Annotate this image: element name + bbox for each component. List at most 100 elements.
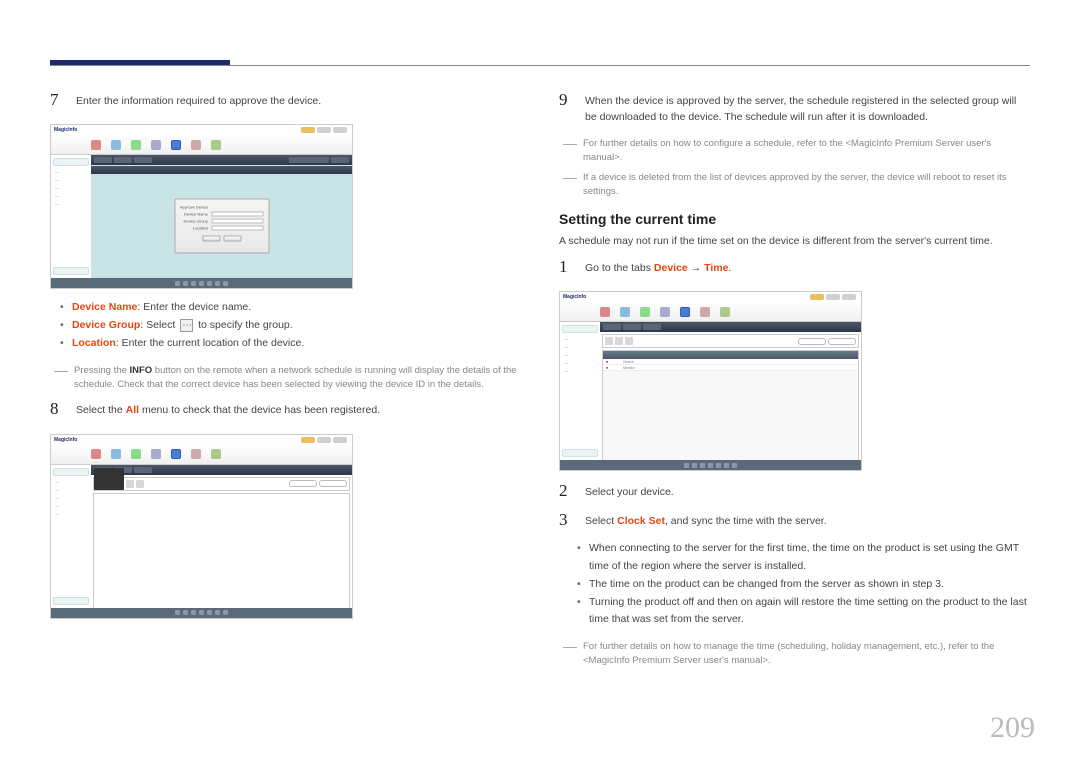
step-text: Enter the information required to approv… bbox=[76, 90, 521, 110]
list-btn bbox=[615, 337, 623, 345]
ss-sidebar-item: ― bbox=[53, 503, 89, 508]
dialog-row: Device Name bbox=[180, 211, 263, 216]
step-7: 7 Enter the information required to appr… bbox=[50, 90, 521, 110]
section-subtext: A schedule may not run if the time set o… bbox=[559, 233, 1030, 249]
ss-main: ■ Device ■ Monitor bbox=[600, 322, 861, 460]
schedule-note-2: If a device is deleted from the list of … bbox=[563, 171, 1030, 200]
note-dash-icon bbox=[563, 144, 577, 166]
step-text: Go to the tabs Device → Time. bbox=[585, 257, 1030, 277]
ss-bottom-icon bbox=[223, 281, 228, 286]
nav-icon bbox=[620, 307, 630, 317]
ss-main bbox=[91, 465, 352, 608]
ss-bottom-icon bbox=[175, 281, 180, 286]
dialog-input bbox=[211, 218, 263, 223]
nav-icon bbox=[191, 449, 201, 459]
nav-icon bbox=[151, 449, 161, 459]
ss-toolbar-btn bbox=[643, 324, 661, 330]
ss-top-pill bbox=[301, 437, 315, 443]
page-number: 209 bbox=[990, 711, 1035, 745]
step-number: 9 bbox=[559, 90, 575, 126]
time-step-3: 3 Select Clock Set, and sync the time wi… bbox=[559, 510, 1030, 530]
nav-icon bbox=[91, 140, 101, 150]
ss-top-buttons bbox=[810, 294, 856, 300]
bullet-gmt: When connecting to the server for the fi… bbox=[589, 540, 1030, 576]
nav-icon bbox=[600, 307, 610, 317]
step-number: 2 bbox=[559, 481, 575, 501]
list-dropdown bbox=[289, 480, 317, 487]
nav-icon bbox=[211, 449, 221, 459]
nav-icon bbox=[151, 140, 161, 150]
bullet-change: The time on the product can be changed f… bbox=[589, 576, 1030, 594]
note-text: For further details on how to configure … bbox=[583, 137, 1030, 166]
dialog-input bbox=[211, 225, 263, 230]
ss-nav-icons bbox=[51, 445, 352, 465]
ss-top-pill bbox=[810, 294, 824, 300]
info-note: Pressing the INFO button on the remote w… bbox=[54, 364, 521, 393]
dialog-title: Approve Device bbox=[180, 204, 263, 209]
ss-sidebar-item: ― bbox=[53, 193, 89, 198]
ss-top-pill bbox=[333, 437, 347, 443]
ss-bottom-icon bbox=[223, 610, 228, 615]
screenshot-approve-dialog: MagicInfo ― ― bbox=[50, 124, 353, 289]
step-text: Select the All menu to check that the de… bbox=[76, 399, 521, 419]
dialog-ok bbox=[202, 235, 220, 241]
step-number: 7 bbox=[50, 90, 66, 110]
schedule-note-1: For further details on how to configure … bbox=[563, 137, 1030, 166]
nav-icon bbox=[211, 140, 221, 150]
ss-bottom-icon bbox=[207, 281, 212, 286]
bullet-device-group: Device Group: Select to specify the grou… bbox=[72, 317, 521, 335]
bullet-device-name: Device Name: Enter the device name. bbox=[72, 299, 521, 317]
ss-bottom-icon bbox=[191, 281, 196, 286]
ss-table: ■ Device ■ Monitor bbox=[602, 350, 859, 463]
ss-list-area bbox=[93, 493, 350, 611]
ss-top-buttons bbox=[301, 127, 347, 133]
ss-sidebar-item: ― bbox=[53, 169, 89, 174]
ss-bottom-icon bbox=[700, 463, 705, 468]
step-text: Select Clock Set, and sync the time with… bbox=[585, 510, 1030, 530]
nav-icon bbox=[700, 307, 710, 317]
ss-bottom-icon bbox=[716, 463, 721, 468]
ss-sidebar-item: ― bbox=[53, 479, 89, 484]
ss-logo: MagicInfo bbox=[54, 437, 77, 443]
right-column: 9 When the device is approved by the ser… bbox=[559, 90, 1030, 723]
ss-bottom-icon bbox=[732, 463, 737, 468]
step-text: When the device is approved by the serve… bbox=[585, 90, 1030, 126]
ss-top-buttons bbox=[301, 437, 347, 443]
step-text: Select your device. bbox=[585, 481, 1030, 501]
nav-icon bbox=[131, 140, 141, 150]
ss-sidebar-item: ― bbox=[53, 511, 89, 516]
ss-sidebar-item: ― bbox=[53, 495, 89, 500]
time-bullets: When connecting to the server for the fi… bbox=[559, 540, 1030, 629]
ss-bottom-icon bbox=[183, 281, 188, 286]
nav-icon bbox=[660, 307, 670, 317]
ss-main: Approve Device Device Name Device Group … bbox=[91, 155, 352, 278]
list-search bbox=[828, 338, 856, 345]
note-text: Pressing the INFO button on the remote w… bbox=[74, 364, 521, 393]
time-step-2: 2 Select your device. bbox=[559, 481, 1030, 501]
ss-sidebar-item: ― bbox=[562, 352, 598, 357]
bullet-restore: Turning the product off and then on agai… bbox=[589, 594, 1030, 630]
nav-icon-active bbox=[171, 140, 181, 150]
step-number: 3 bbox=[559, 510, 575, 530]
bullet-label: Device Group bbox=[72, 319, 140, 331]
note-dash-icon bbox=[563, 647, 577, 669]
nav-icon bbox=[131, 449, 141, 459]
screenshot-time-tab: MagicInfo ― ― bbox=[559, 291, 862, 471]
ss-canvas: Approve Device Device Name Device Group … bbox=[91, 174, 352, 277]
bullet-text: : Select bbox=[140, 319, 178, 331]
ss-sidebar: ― ― ― ― ― bbox=[560, 322, 600, 460]
ss-body: ― ― ― ― ― bbox=[560, 322, 861, 460]
ss-toolbar bbox=[91, 465, 352, 475]
content-columns: 7 Enter the information required to appr… bbox=[50, 90, 1030, 723]
ss-body: ― ― ― ― ― bbox=[51, 155, 352, 278]
ss-toolbar-btn bbox=[134, 467, 152, 473]
nav-icon bbox=[111, 140, 121, 150]
ss-toolbar-btn bbox=[94, 157, 112, 163]
ss-sidebar-item: ― bbox=[562, 336, 598, 341]
ss-toolbar-btn bbox=[603, 324, 621, 330]
ss-toolbar-btn bbox=[623, 324, 641, 330]
ss-list-toolbar bbox=[602, 334, 859, 348]
ss-sidebar: ― ― ― ― ― bbox=[51, 155, 91, 278]
ss-bottom-icon bbox=[692, 463, 697, 468]
ss-titlebar: MagicInfo bbox=[51, 125, 352, 135]
